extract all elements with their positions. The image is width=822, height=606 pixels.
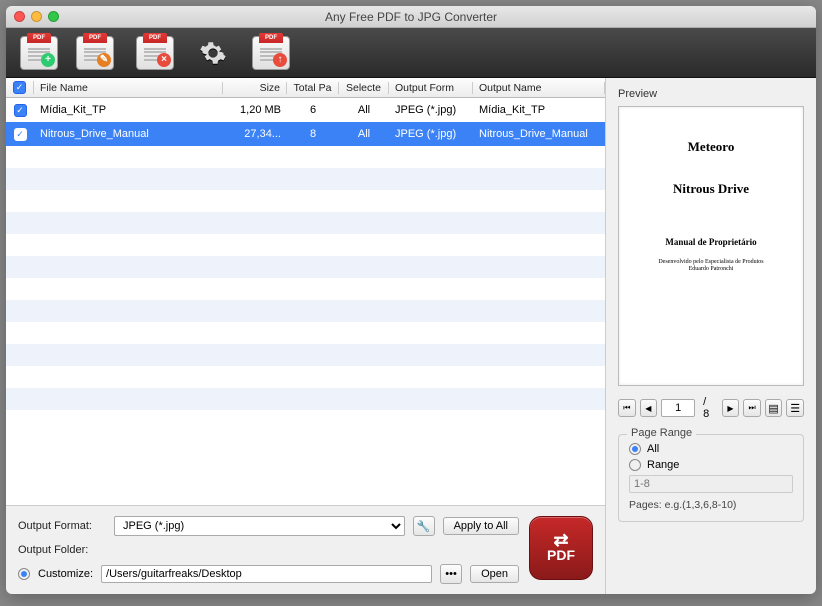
cell-size: 27,34...	[223, 128, 287, 140]
row-checkbox[interactable]: ✓	[14, 128, 27, 141]
page-range-legend: Page Range	[627, 427, 696, 439]
preview-label: Preview	[618, 88, 804, 100]
col-size[interactable]: Size	[223, 82, 287, 94]
add-pdf-button[interactable]: PDF +	[20, 36, 58, 70]
up-arrow-icon: ↑	[273, 53, 287, 67]
gear-icon	[199, 39, 227, 67]
format-settings-button[interactable]: 🔧	[413, 516, 435, 536]
col-selected[interactable]: Selecte	[339, 82, 389, 94]
col-output-format[interactable]: Output Form	[389, 82, 473, 94]
preview-title1: Meteoro	[688, 139, 735, 155]
next-page-button[interactable]: ▶	[722, 399, 740, 417]
table-row[interactable]: ✓ Mídia_Kit_TP 1,20 MB 6 All JPEG (*.jpg…	[6, 98, 605, 122]
cell-format: JPEG (*.jpg)	[389, 104, 473, 116]
pencil-icon: ✎	[97, 53, 111, 67]
titlebar: Any Free PDF to JPG Converter	[6, 6, 816, 28]
output-format-label: Output Format:	[18, 520, 106, 532]
settings-button[interactable]	[196, 36, 230, 70]
cell-size: 1,20 MB	[223, 104, 287, 116]
col-total-pages[interactable]: Total Pa	[287, 82, 339, 94]
preview-credits: Desenvolvido pelo Especialista de Produt…	[658, 259, 763, 273]
cell-selected: All	[339, 128, 389, 140]
close-icon[interactable]	[14, 11, 25, 22]
range-input	[629, 475, 793, 493]
preview-pane: Meteoro Nitrous Drive Manual de Propriet…	[618, 106, 804, 386]
select-all-checkbox[interactable]: ✓	[6, 81, 34, 94]
row-checkbox[interactable]: ✓	[14, 104, 27, 117]
page-number-input[interactable]	[661, 399, 695, 417]
cell-total: 6	[287, 104, 339, 116]
cell-output-name: Mídia_Kit_TP	[473, 104, 605, 116]
plus-icon: +	[41, 53, 55, 67]
output-folder-label: Output Folder:	[18, 544, 106, 556]
bottom-panel: Output Format: JPEG (*.jpg) 🔧 Apply to A…	[6, 505, 605, 594]
range-custom-label: Range	[647, 459, 679, 471]
page-list-button[interactable]: ☰	[786, 399, 804, 417]
page-range-group: Page Range All Range Pages: e.g.(1,3,6,8…	[618, 434, 804, 522]
table-header: ✓ File Name Size Total Pa Selecte Output…	[6, 78, 605, 98]
first-page-button[interactable]: ⏮	[618, 399, 636, 417]
last-page-button[interactable]: ⏭	[743, 399, 761, 417]
toolbar: PDF + ▼ PDF ✎ PDF × PDF ↑	[6, 28, 816, 78]
output-path-input[interactable]	[101, 565, 432, 583]
prev-page-button[interactable]: ◀	[640, 399, 658, 417]
browse-button[interactable]: •••	[440, 564, 462, 584]
export-pdf-button[interactable]: PDF ↑	[252, 36, 290, 70]
open-folder-button[interactable]: Open	[470, 565, 519, 583]
apply-to-all-button[interactable]: Apply to All	[443, 517, 519, 535]
customize-label: Customize:	[38, 568, 93, 580]
cell-format: JPEG (*.jpg)	[389, 128, 473, 140]
preview-title2: Nitrous Drive	[673, 181, 749, 197]
minimize-icon[interactable]	[31, 11, 42, 22]
file-table: ✓ File Name Size Total Pa Selecte Output…	[6, 78, 605, 505]
cell-output-name: Nitrous_Drive_Manual	[473, 128, 605, 140]
cell-file-name: Nitrous_Drive_Manual	[34, 128, 223, 140]
edit-pdf-button[interactable]: PDF ✎	[76, 36, 114, 70]
preview-title3: Manual de Proprietário	[665, 237, 756, 247]
col-file-name[interactable]: File Name	[34, 82, 223, 94]
page-view-button[interactable]: ▤	[765, 399, 783, 417]
range-all-label: All	[647, 443, 659, 455]
cell-selected: All	[339, 104, 389, 116]
output-format-select[interactable]: JPEG (*.jpg)	[114, 516, 405, 536]
x-icon: ×	[157, 53, 171, 67]
pager: ⏮ ◀ / 8 ▶ ⏭ ▤ ☰	[618, 396, 804, 420]
range-custom-radio[interactable]	[629, 459, 641, 471]
window-title: Any Free PDF to JPG Converter	[0, 10, 822, 24]
range-hint: Pages: e.g.(1,3,6,8-10)	[629, 499, 793, 511]
remove-pdf-button[interactable]: PDF ×	[136, 36, 174, 70]
range-all-radio[interactable]	[629, 443, 641, 455]
customize-radio[interactable]	[18, 568, 30, 580]
page-total: / 8	[703, 396, 714, 420]
convert-button[interactable]: ⇄ PDF	[529, 516, 593, 580]
wrench-icon: 🔧	[417, 520, 431, 533]
col-output-name[interactable]: Output Name	[473, 82, 605, 94]
cell-total: 8	[287, 128, 339, 140]
zoom-icon[interactable]	[48, 11, 59, 22]
cell-file-name: Mídia_Kit_TP	[34, 104, 223, 116]
convert-arrows-icon: ⇄	[553, 533, 568, 547]
table-row[interactable]: ✓ Nitrous_Drive_Manual 27,34... 8 All JP…	[6, 122, 605, 146]
